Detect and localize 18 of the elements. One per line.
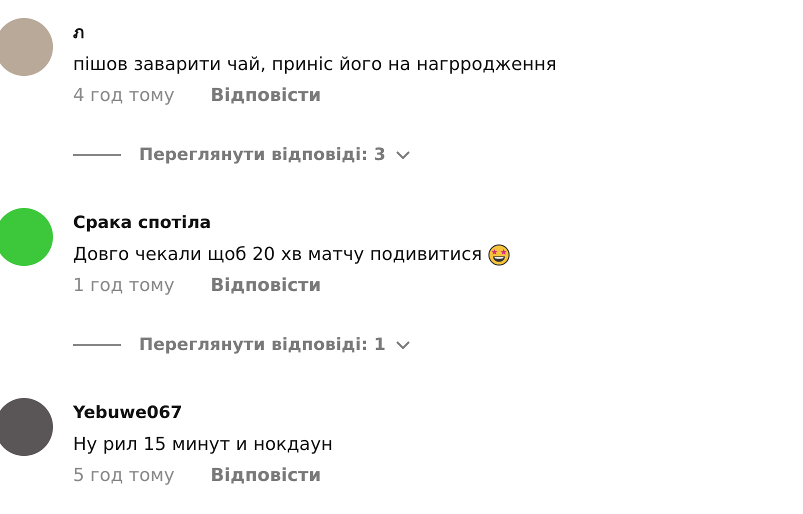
comment-author[interactable]: Срака спотіла: [73, 211, 510, 235]
avatar-photo-placeholder[interactable]: [0, 398, 53, 456]
reply-button[interactable]: Відповісти: [210, 464, 322, 486]
chevron-down-icon[interactable]: [396, 151, 410, 159]
comment-author[interactable]: Yebuwe067: [73, 401, 333, 425]
comment-text: Довго чекали щоб 20 хв матчу подивитися: [73, 243, 482, 267]
chevron-down-icon[interactable]: [396, 341, 410, 349]
comment-time: 4 год тому: [73, 84, 175, 106]
comment-text: пішов заварити чай, приніс його на нагрродження: [73, 53, 557, 77]
view-replies-button[interactable]: Переглянути відповіді: 3: [139, 145, 386, 165]
comment-author[interactable]: ภ: [73, 21, 557, 45]
comment-text: Ну рил 15 минут и нокдаун: [73, 433, 333, 457]
star-eyes-face-icon: [488, 244, 510, 266]
reply-button[interactable]: Відповісти: [210, 274, 322, 296]
comment-time: 1 год тому: [73, 274, 175, 296]
view-replies-button[interactable]: Переглянути відповіді: 1: [139, 335, 386, 355]
reply-button[interactable]: Відповісти: [210, 84, 322, 106]
comment-time: 5 год тому: [73, 464, 175, 486]
